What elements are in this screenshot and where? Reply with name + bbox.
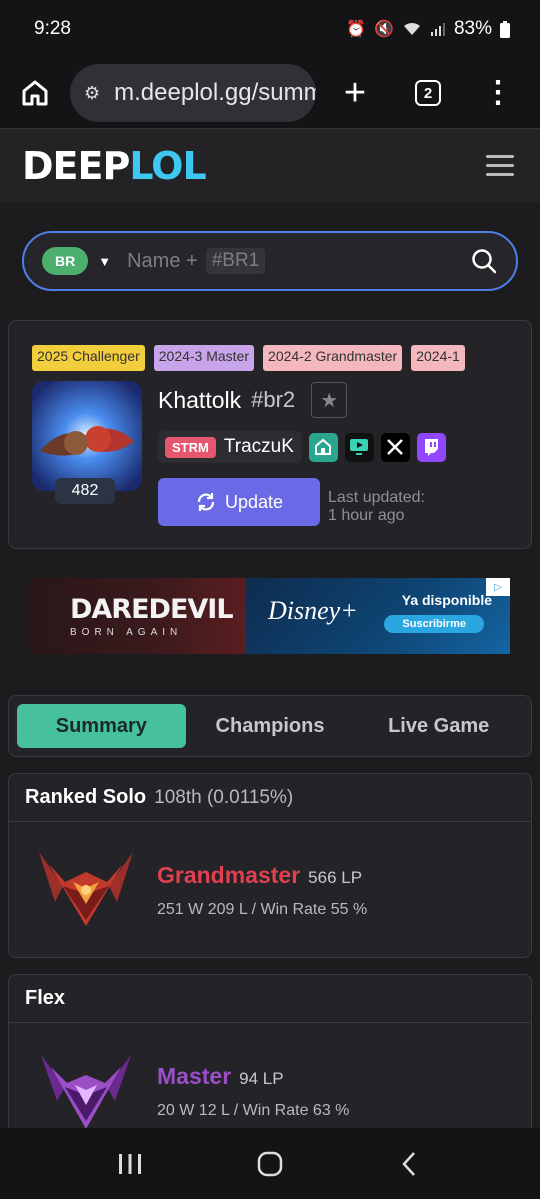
house-icon[interactable]: [308, 432, 338, 462]
url-text: m.deeplol.gg/summoner/br/Khattolk-br2: [114, 79, 316, 106]
recent-apps-button[interactable]: [95, 1152, 165, 1176]
summoner-name-row: Khattolk #br2 ★: [158, 382, 348, 418]
season-badge: 2025 Challenger: [32, 345, 145, 371]
streamer-badge: STRM: [165, 436, 216, 458]
search-icon[interactable]: [470, 247, 498, 275]
profile-tabs: Summary Champions Live Game: [8, 695, 532, 757]
alarm-icon: ⏰: [346, 21, 367, 38]
ad-banner[interactable]: DAREDEVIL BORN AGAIN Disney+ Ya disponib…: [30, 578, 510, 654]
ranked-solo-header: Ranked Solo 108th (0.0115%): [9, 774, 531, 822]
ranked-solo-rank: 108th (0.0115%): [154, 786, 294, 808]
battery-icon: [500, 20, 510, 38]
ranked-solo-title: Ranked Solo: [25, 786, 147, 808]
new-tab-button[interactable]: +: [316, 74, 394, 112]
favorite-star-button[interactable]: ★: [311, 382, 348, 418]
update-label: Update: [224, 491, 284, 512]
ad-title: DAREDEVIL: [70, 594, 234, 625]
update-button[interactable]: Update: [158, 478, 320, 526]
tab-switcher-button[interactable]: 2: [394, 80, 462, 106]
season-badge: 2024-2 Grandmaster: [263, 345, 403, 371]
tv-stream-icon[interactable]: [344, 432, 374, 462]
site-settings-icon[interactable]: ⚙: [84, 83, 100, 104]
tab-champions[interactable]: Champions: [186, 704, 355, 748]
avatar: [32, 381, 142, 491]
grandmaster-emblem-icon: [39, 852, 133, 926]
ranked-solo-body: Grandmaster 566 LP 251 W 209 L / Win Rat…: [9, 822, 531, 957]
tab-count: 2: [415, 80, 441, 106]
site-header: DEEPLOL: [0, 128, 540, 202]
wifi-icon: [403, 22, 420, 35]
ranked-solo-tier: Grandmaster: [157, 862, 301, 888]
browser-toolbar: ⚙ m.deeplol.gg/summoner/br/Khattolk-br2 …: [0, 58, 540, 128]
flex-body: Master 94 LP 20 W 12 L / Win Rate 63 %: [9, 1023, 531, 1143]
address-bar[interactable]: ⚙ m.deeplol.gg/summoner/br/Khattolk-br2: [70, 64, 316, 122]
master-emblem-icon: [41, 1055, 131, 1129]
streamer-pill[interactable]: STRM TraczuK: [158, 431, 302, 463]
flex-record: 20 W 12 L / Win Rate 63 %: [157, 1102, 350, 1119]
season-history: 2025 Challenger 2024-3 Master 2024-2 Grand…: [32, 345, 510, 371]
tab-live-game[interactable]: Live Game: [354, 704, 523, 748]
ad-left-panel: DAREDEVIL BORN AGAIN: [30, 578, 246, 654]
season-badge: 2024-3 Master: [153, 345, 255, 371]
region-selector[interactable]: BR: [42, 247, 89, 275]
ranked-solo-card: Ranked Solo 108th (0.0115%) Grandmaster …: [8, 773, 532, 958]
season-badge: 2024-1: [411, 345, 465, 371]
x-twitter-icon[interactable]: [380, 432, 410, 462]
status-bar: 9:28 ⏰ 🔇 83%: [0, 0, 540, 58]
ad-brand: Disney+: [268, 596, 358, 625]
deeplol-logo[interactable]: DEEPLOL: [22, 144, 207, 188]
streamer-name: TraczuK: [223, 436, 294, 457]
search-input[interactable]: Name +: [127, 250, 198, 273]
system-navigation-bar: [0, 1128, 540, 1199]
flex-lp: 94 LP: [239, 1069, 284, 1088]
ad-right-panel: Disney+ Ya disponible Suscribirme ▷: [246, 578, 510, 654]
mute-icon: 🔇: [374, 21, 394, 38]
last-updated: Last updated: 1 hour ago: [328, 489, 425, 525]
hamburger-menu-icon[interactable]: [486, 155, 514, 176]
home-icon: [22, 80, 48, 106]
flex-tier-row: Master 94 LP: [157, 1063, 284, 1090]
recent-apps-icon: [119, 1153, 141, 1174]
ranked-solo-record: 251 W 209 L / Win Rate 55 %: [157, 901, 368, 918]
twitch-icon[interactable]: [416, 432, 446, 462]
tab-summary[interactable]: Summary: [17, 704, 186, 748]
refresh-icon: [197, 493, 215, 511]
flex-tier: Master: [157, 1063, 232, 1089]
browser-home-button[interactable]: [0, 78, 70, 108]
last-updated-label: Last updated:: [328, 489, 425, 506]
ranked-solo-tier-row: Grandmaster 566 LP: [157, 862, 362, 889]
flex-header: Flex: [9, 975, 531, 1023]
signal-icon: [430, 23, 445, 36]
status-icons: ⏰ 🔇 83%: [346, 18, 510, 40]
social-links: STRM TraczuK: [158, 431, 446, 463]
tag-placeholder[interactable]: #BR1: [205, 248, 266, 274]
ad-cta-button[interactable]: Suscribirme: [384, 615, 484, 633]
star-icon: ★: [320, 389, 339, 412]
summoner-search: BR ▼ Name + #BR1: [22, 231, 518, 291]
battery-percent: 83%: [453, 18, 492, 39]
back-button[interactable]: [375, 1151, 445, 1177]
ranked-solo-lp: 566 LP: [308, 868, 363, 887]
ad-subtitle: BORN AGAIN: [70, 627, 183, 638]
home-button[interactable]: [235, 1151, 305, 1177]
summoner-level: 482: [55, 478, 115, 504]
back-chevron-icon: [402, 1151, 415, 1176]
home-circle-icon: [257, 1151, 283, 1176]
summoner-tag: #br2: [251, 387, 296, 412]
flex-title: Flex: [25, 987, 66, 1009]
caret-down-icon[interactable]: ▼: [98, 254, 111, 269]
status-time: 9:28: [34, 18, 71, 39]
ad-choices-icon[interactable]: ▷: [486, 578, 510, 596]
summoner-name: Khattolk: [158, 386, 242, 413]
browser-menu-button[interactable]: ⋮: [462, 78, 534, 108]
profile-card: 2025 Challenger 2024-3 Master 2024-2 Grand…: [8, 320, 532, 549]
flex-card: Flex Master 94 LP 20 W 12 L / Win Rate 6…: [8, 974, 532, 1144]
last-updated-value: 1 hour ago: [328, 507, 405, 524]
ad-availability: Ya disponible: [401, 592, 492, 608]
